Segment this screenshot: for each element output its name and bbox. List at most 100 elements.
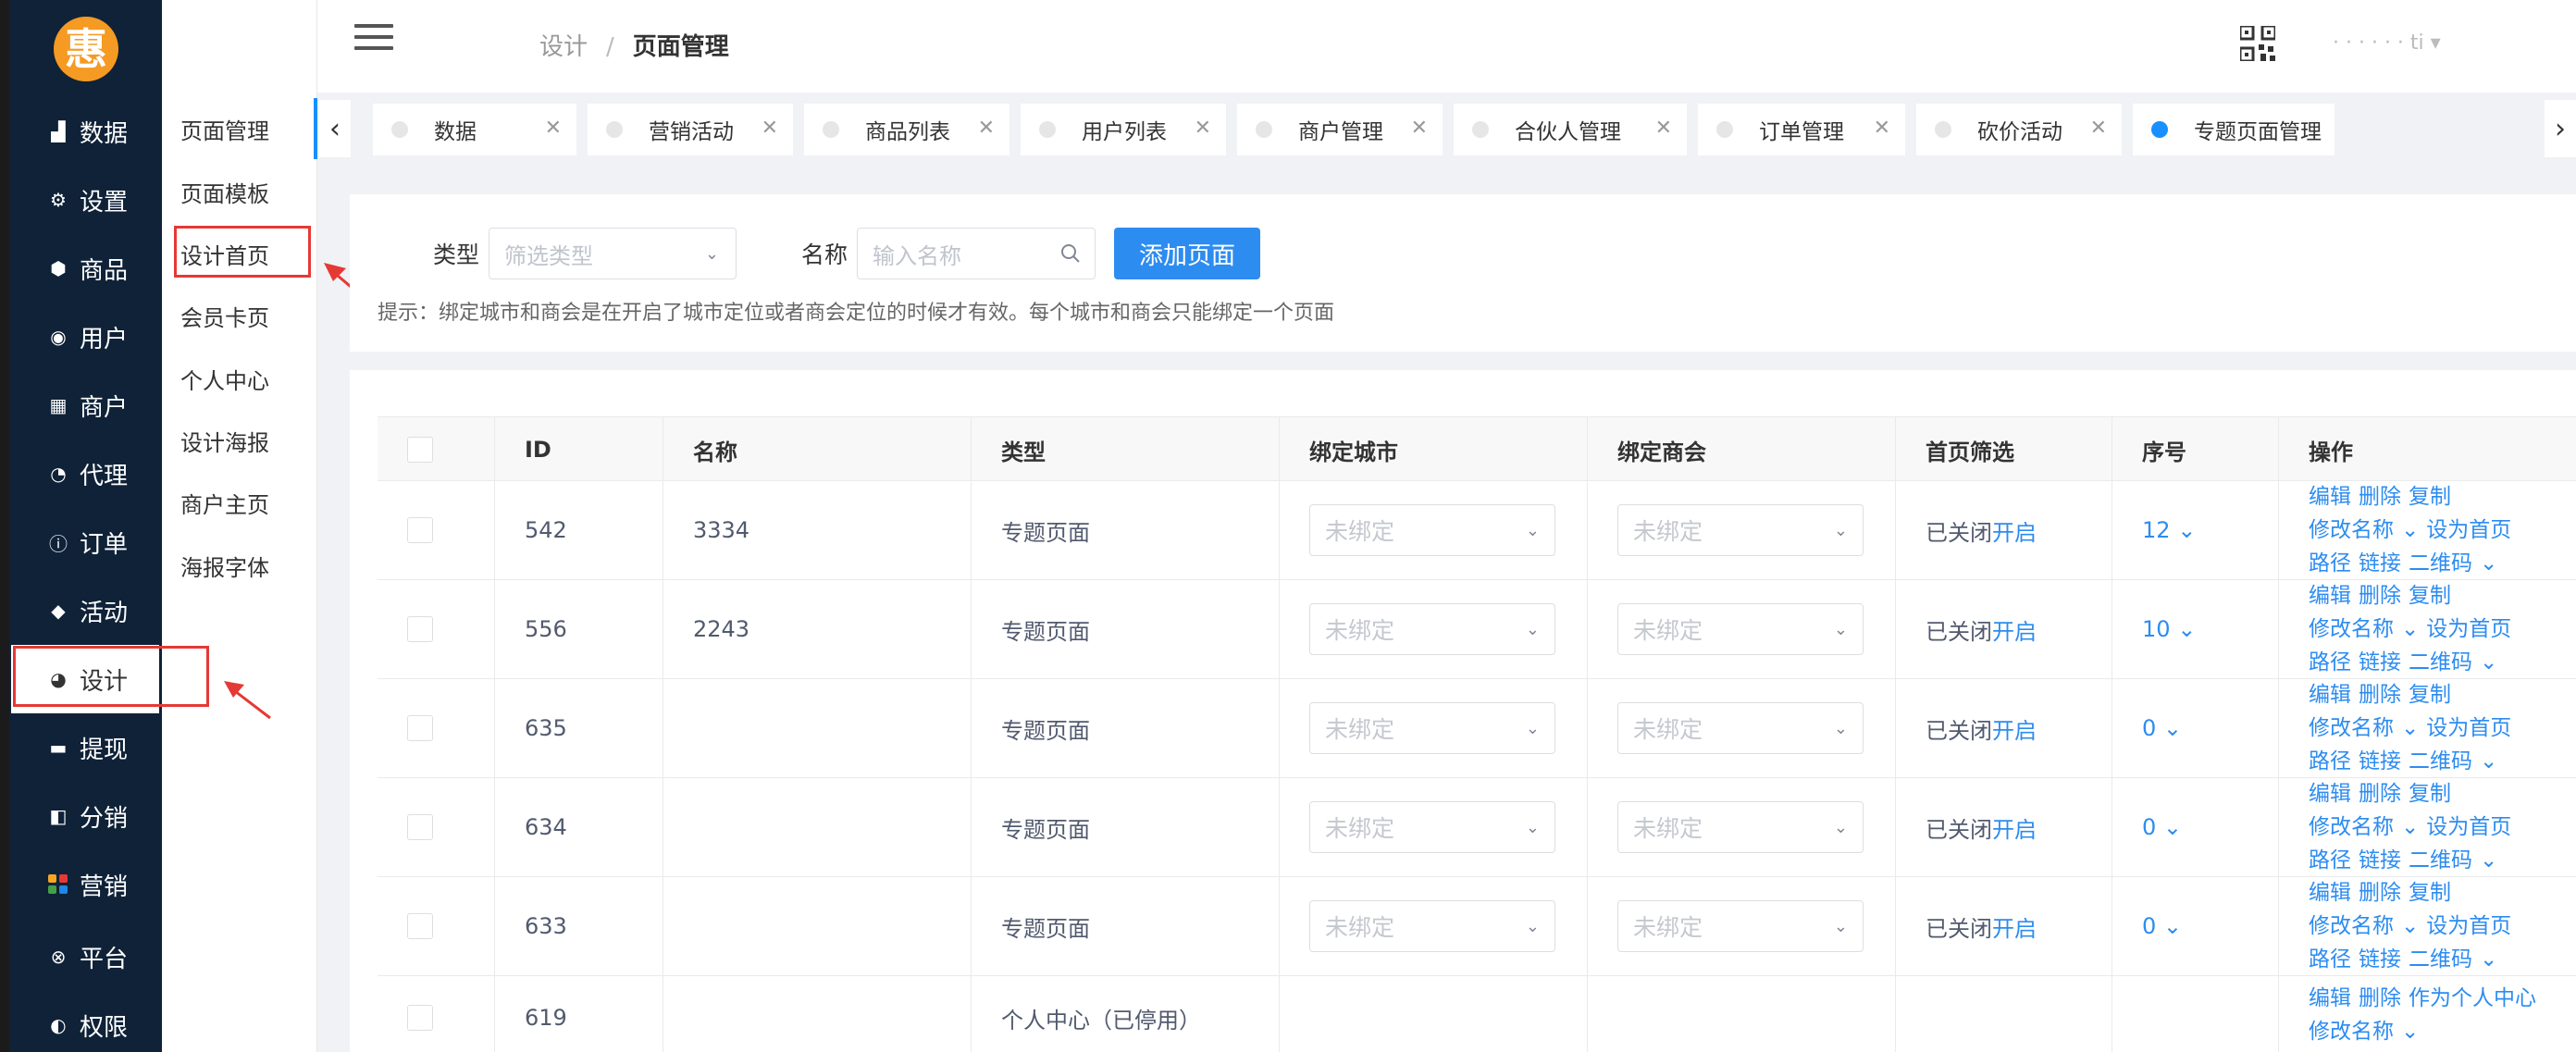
copy-link[interactable]: 复制	[2409, 782, 2451, 806]
copy-link[interactable]: 复制	[2409, 584, 2451, 608]
row-checkbox[interactable]	[407, 517, 433, 543]
link-link[interactable]: 链接	[2359, 650, 2401, 675]
sidebar-item-settings[interactable]: ⚙ 设置	[11, 166, 159, 234]
tab-bargain-activity[interactable]: 砍价活动 ✕	[1916, 104, 2122, 155]
submenu-item-merchant-home[interactable]: 商户主页	[162, 472, 317, 533]
chamber-select[interactable]: 未绑定 ⌄	[1617, 900, 1864, 952]
link-link[interactable]: 链接	[2359, 947, 2401, 972]
order-select[interactable]: 12 ⌄	[2142, 517, 2196, 543]
add-page-button[interactable]: 添加页面	[1114, 228, 1260, 279]
enable-link[interactable]: 开启	[1992, 514, 2037, 547]
path-link[interactable]: 路径	[2309, 848, 2351, 873]
sidebar-item-agents[interactable]: ◔ 代理	[11, 439, 159, 508]
row-checkbox[interactable]	[407, 913, 433, 939]
sidebar-item-marketing[interactable]: 营销	[11, 850, 159, 919]
delete-link[interactable]: 删除	[2359, 683, 2401, 707]
sidebar-item-merchants[interactable]: ▦ 商户	[11, 371, 159, 439]
sidebar-item-users[interactable]: ◉ 用户	[11, 303, 159, 371]
sidebar-item-permissions[interactable]: ◐ 权限	[11, 991, 159, 1052]
rename-dropdown[interactable]: 修改名称	[2309, 815, 2394, 839]
edit-link[interactable]: 编辑	[2309, 485, 2351, 509]
set-home-link[interactable]: 设为首页	[2426, 518, 2511, 542]
breadcrumb-item[interactable]: 设计	[539, 33, 588, 61]
submenu-item-member-card[interactable]: 会员卡页	[162, 285, 317, 346]
close-icon[interactable]: ✕	[1655, 117, 1672, 140]
submenu-item-page-template[interactable]: 页面模板	[162, 161, 317, 222]
chamber-select[interactable]: 未绑定 ⌄	[1617, 603, 1864, 655]
qrcode-dropdown[interactable]: 二维码	[2409, 749, 2472, 774]
qrcode-dropdown[interactable]: 二维码	[2409, 848, 2472, 873]
rename-dropdown[interactable]: 修改名称	[2309, 1020, 2394, 1044]
delete-link[interactable]: 删除	[2359, 584, 2401, 608]
rename-dropdown[interactable]: 修改名称	[2309, 914, 2394, 938]
tab-marketing-activity[interactable]: 营销活动 ✕	[588, 104, 793, 155]
close-icon[interactable]: ✕	[978, 117, 995, 140]
tab-partner-manage[interactable]: 合伙人管理 ✕	[1454, 104, 1687, 155]
close-icon[interactable]: ✕	[2090, 117, 2107, 140]
edit-link[interactable]: 编辑	[2309, 683, 2351, 707]
close-icon[interactable]: ✕	[1874, 117, 1890, 140]
tabs-scroll-right-icon[interactable]: ›	[2545, 100, 2576, 157]
search-icon[interactable]	[1059, 242, 1082, 265]
submenu-item-poster-font[interactable]: 海报字体	[162, 535, 317, 596]
set-home-link[interactable]: 设为首页	[2426, 716, 2511, 740]
name-input[interactable]: 输入名称	[857, 228, 1096, 279]
row-checkbox[interactable]	[407, 616, 433, 642]
city-select[interactable]: 未绑定 ⌄	[1309, 504, 1555, 556]
chamber-select[interactable]: 未绑定 ⌄	[1617, 504, 1864, 556]
city-select[interactable]: 未绑定 ⌄	[1309, 900, 1555, 952]
rename-dropdown[interactable]: 修改名称	[2309, 518, 2394, 542]
edit-link[interactable]: 编辑	[2309, 881, 2351, 905]
city-select[interactable]: 未绑定 ⌄	[1309, 603, 1555, 655]
city-select[interactable]: 未绑定 ⌄	[1309, 801, 1555, 853]
rename-dropdown[interactable]: 修改名称	[2309, 617, 2394, 641]
tabs-scroll-left-icon[interactable]: ‹	[319, 100, 351, 157]
qrcode-icon[interactable]	[2240, 26, 2275, 61]
qrcode-dropdown[interactable]: 二维码	[2409, 551, 2472, 576]
sidebar-item-distribution[interactable]: ◧ 分销	[11, 782, 159, 850]
close-icon[interactable]: ✕	[1411, 117, 1428, 140]
enable-link[interactable]: 开启	[1992, 910, 2037, 943]
order-select[interactable]: 0 ⌄	[2142, 913, 2182, 939]
delete-link[interactable]: 删除	[2359, 986, 2401, 1010]
submenu-item-design-poster[interactable]: 设计海报	[162, 410, 317, 471]
enable-link[interactable]: 开启	[1992, 712, 2037, 745]
sidebar-item-withdraw[interactable]: ▬ 提现	[11, 713, 159, 782]
enable-link[interactable]: 开启	[1992, 811, 2037, 844]
close-icon[interactable]: ✕	[1195, 117, 1211, 140]
row-checkbox[interactable]	[407, 814, 433, 840]
link-link[interactable]: 链接	[2359, 749, 2401, 774]
delete-link[interactable]: 删除	[2359, 782, 2401, 806]
select-all-checkbox[interactable]	[407, 437, 433, 463]
tab-topic-page-manage[interactable]: 专题页面管理	[2133, 104, 2334, 155]
copy-link[interactable]: 复制	[2409, 485, 2451, 509]
submenu-item-page-manage[interactable]: 页面管理	[162, 98, 317, 159]
sidebar-item-orders[interactable]: ⓘ 订单	[11, 508, 159, 576]
tab-merchant-manage[interactable]: 商户管理 ✕	[1237, 104, 1443, 155]
qrcode-dropdown[interactable]: 二维码	[2409, 650, 2472, 675]
set-home-link[interactable]: 设为首页	[2426, 914, 2511, 938]
type-select[interactable]: 筛选类型 ⌄	[489, 228, 737, 279]
close-icon[interactable]: ✕	[762, 117, 778, 140]
path-link[interactable]: 路径	[2309, 551, 2351, 576]
order-select[interactable]: 0 ⌄	[2142, 715, 2182, 741]
row-checkbox[interactable]	[407, 1005, 433, 1031]
edit-link[interactable]: 编辑	[2309, 782, 2351, 806]
link-link[interactable]: 链接	[2359, 551, 2401, 576]
city-select[interactable]: 未绑定 ⌄	[1309, 702, 1555, 754]
enable-link[interactable]: 开启	[1992, 613, 2037, 646]
chamber-select[interactable]: 未绑定 ⌄	[1617, 801, 1864, 853]
order-select[interactable]: 10 ⌄	[2142, 616, 2196, 642]
menu-toggle-icon[interactable]	[354, 24, 393, 52]
edit-link[interactable]: 编辑	[2309, 584, 2351, 608]
rename-dropdown[interactable]: 修改名称	[2309, 716, 2394, 740]
path-link[interactable]: 路径	[2309, 650, 2351, 675]
order-select[interactable]: 0 ⌄	[2142, 814, 2182, 840]
path-link[interactable]: 路径	[2309, 947, 2351, 972]
qrcode-dropdown[interactable]: 二维码	[2409, 947, 2472, 972]
sidebar-item-platform[interactable]: ⊗ 平台	[11, 922, 159, 991]
path-link[interactable]: 路径	[2309, 749, 2351, 774]
user-menu[interactable]: · · · · · · ti ▾	[2333, 31, 2441, 55]
set-personal-center-link[interactable]: 作为个人中心	[2409, 986, 2536, 1010]
sidebar-item-data[interactable]: ▟ 数据	[11, 97, 159, 166]
